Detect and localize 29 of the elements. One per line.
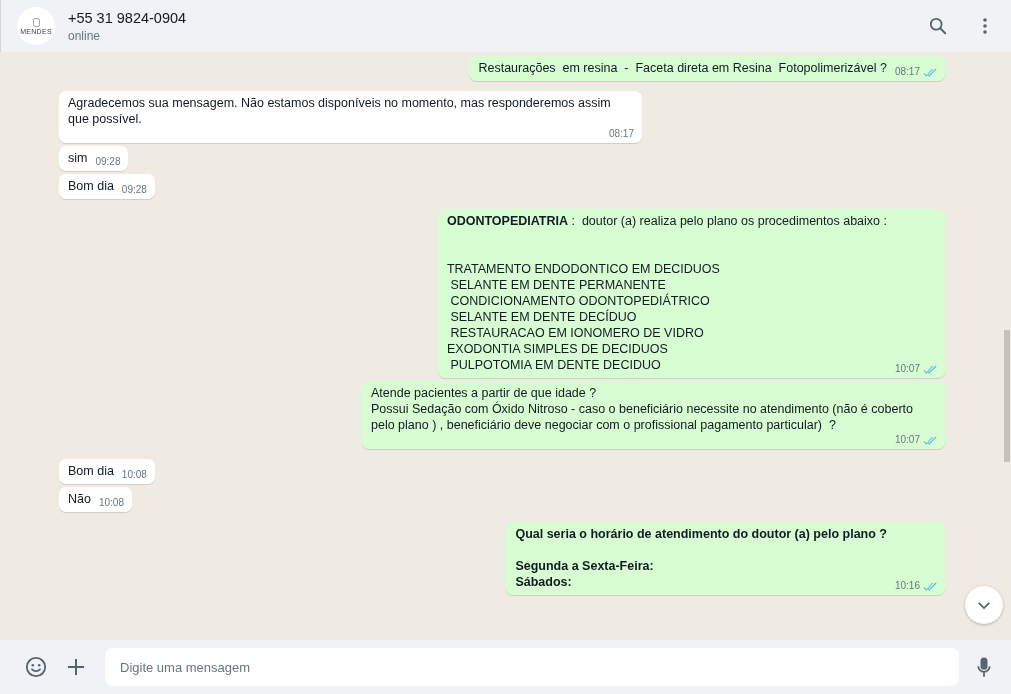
message-text: sim — [68, 150, 88, 166]
message-text: Bom dia — [68, 463, 114, 479]
scroll-down-button[interactable] — [965, 586, 1003, 624]
contact-name: +55 31 9824-0904 — [68, 9, 188, 28]
search-icon[interactable] — [929, 17, 947, 35]
message-time: 10:08 — [121, 468, 147, 482]
plus-icon[interactable] — [67, 658, 85, 676]
message-time: 09:28 — [95, 155, 121, 169]
chevron-down-icon — [977, 600, 991, 610]
message-input[interactable]: Digite uma mensagem — [105, 648, 959, 686]
message-text: Bom dia — [68, 178, 114, 194]
message-time: 10:07 — [894, 362, 920, 376]
menu-icon[interactable] — [983, 18, 987, 34]
message-time: 10:08 — [98, 496, 124, 510]
message-time: 10:16 — [894, 579, 920, 593]
message-text: Atende pacientes a partir de que idade ? Possui Sedação com Óxido Nitroso - caso o beneficiário necessite no atendimento (não é coberto pelo plano ) , beneficiário deve negociar com o profissional pagamento particular) ? — [371, 385, 914, 433]
message-text: Não — [68, 491, 91, 507]
message-time: 08:17 — [608, 127, 634, 141]
message-text: ODONTOPEDIATRIA : doutor (a) realiza pelo plano os procedimentos abaixo : TRATAMENTO ENDODONTICO EM DECIDUOS SELANTE EM DENTE PERMANENTE CONDICIONAMENTO ODONTOPEDIÁTRICO SELANTE EM DENTE DECÍDUO RESTAURACAO EM IONOMERO DE VIDRO EXODONTIA SIMPLES DE DECIDUOS PULPOTOMIA EM DENTE DECIDUO — [446, 213, 887, 373]
microphone-icon[interactable] — [977, 656, 991, 678]
message-text: Qual seria o horário de atendimento do doutor (a) pelo plano ? Segunda a Sexta-Feira: Sábados: — [515, 526, 887, 590]
message-text: Restaurações em resina - Faceta direta em Resina Fotopolimerizável ? — [478, 60, 887, 76]
contact-status: online — [68, 28, 102, 44]
message-time: 10:07 — [894, 433, 920, 447]
message-time: 08:17 — [894, 65, 920, 79]
message-text: Agradecemos sua mensagem. Não estamos disponíveis no momento, mas responderemos assim que possível. — [68, 95, 612, 127]
emoji-icon[interactable] — [25, 656, 47, 678]
message-time: 09:28 — [121, 183, 147, 197]
scrollbar-thumb[interactable] — [1004, 330, 1010, 462]
